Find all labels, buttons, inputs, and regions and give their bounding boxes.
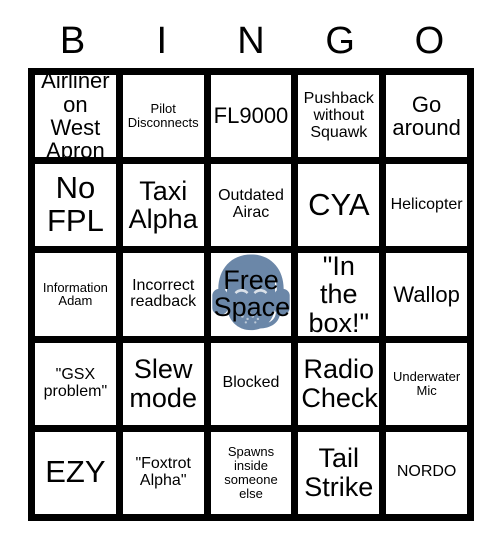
- bingo-header-letter-n: N: [237, 20, 265, 62]
- bingo-cell-label: Underwater Mic: [392, 368, 461, 398]
- bingo-cell-i4[interactable]: Slew mode: [120, 340, 206, 427]
- bingo-cell-label: Pilot Disconnects: [127, 101, 199, 131]
- bingo-cell-n2[interactable]: Outdated Airac: [208, 162, 294, 249]
- bingo-cell-label: FL9000: [213, 103, 289, 129]
- bingo-cell-label: Helicopter: [390, 195, 463, 213]
- bingo-cell-label: Slew mode: [129, 354, 197, 413]
- bingo-cell-b4[interactable]: "GSX problem": [33, 340, 118, 427]
- bingo-cell-o4[interactable]: Underwater Mic: [384, 340, 469, 427]
- bingo-cell-n4[interactable]: Blocked: [208, 340, 294, 427]
- bingo-header-row: B I N G O: [28, 16, 474, 66]
- bingo-cell-label: Airliner on West Apron: [41, 73, 110, 160]
- bingo-cell-i1[interactable]: Pilot Disconnects: [120, 73, 206, 160]
- bingo-cell-label: "GSX problem": [43, 365, 108, 400]
- bingo-cell-g1[interactable]: Pushback without Squawk: [296, 73, 382, 160]
- bingo-cell-b2[interactable]: No FPL: [33, 162, 118, 249]
- bingo-cell-label: Incorrect readback: [130, 276, 197, 311]
- bingo-cell-label: Outdated Airac: [218, 187, 284, 222]
- bingo-cell-g4[interactable]: Radio Check: [296, 340, 382, 427]
- bingo-header-letter-g: G: [325, 20, 355, 62]
- bingo-grid: Airliner on West Apron Pilot Disconnects…: [28, 68, 474, 521]
- bingo-cell-label: "In the box!": [308, 251, 370, 338]
- bingo-cell-i3[interactable]: Incorrect readback: [120, 251, 206, 338]
- bingo-cell-label: Pushback without Squawk: [303, 89, 374, 141]
- bingo-card: B I N G O Airliner on West Apron Pilot D…: [0, 0, 502, 544]
- bingo-cell-label: Information Adam: [42, 279, 108, 309]
- bingo-cell-i2[interactable]: Taxi Alpha: [120, 162, 206, 249]
- bingo-cell-g5[interactable]: Tail Strike: [296, 429, 382, 516]
- bingo-cell-label: Go around: [392, 91, 461, 141]
- bingo-cell-o3[interactable]: Wallop: [384, 251, 469, 338]
- bingo-cell-label: Tail Strike: [304, 443, 374, 502]
- bingo-cell-n1[interactable]: FL9000: [208, 73, 294, 160]
- bingo-cell-b5[interactable]: EZY: [33, 429, 118, 516]
- bingo-cell-label: Free Space: [213, 264, 291, 323]
- bingo-cell-label: "Foxtrot Alpha": [135, 454, 191, 489]
- bingo-cell-b3[interactable]: Information Adam: [33, 251, 118, 338]
- bingo-cell-o2[interactable]: Helicopter: [384, 162, 469, 249]
- bingo-cell-i5[interactable]: "Foxtrot Alpha": [120, 429, 206, 516]
- bingo-cell-g3[interactable]: "In the box!": [296, 251, 382, 338]
- bingo-header-letter-b: B: [59, 20, 86, 62]
- bingo-cell-b1[interactable]: Airliner on West Apron: [33, 73, 118, 160]
- bingo-cell-label: Blocked: [222, 374, 280, 392]
- bingo-cell-label: Wallop: [393, 281, 460, 307]
- bingo-cell-o1[interactable]: Go around: [384, 73, 469, 160]
- bingo-cell-o5[interactable]: NORDO: [384, 429, 469, 516]
- bingo-cell-label: CYA: [308, 186, 370, 222]
- bingo-cell-label: Spawns inside someone else: [224, 444, 278, 501]
- bingo-cell-label: Taxi Alpha: [128, 175, 198, 235]
- bingo-cell-label: No FPL: [46, 170, 104, 239]
- bingo-cell-label: Radio Check: [301, 354, 378, 413]
- bingo-cell-free-space[interactable]: Free Space: [208, 251, 294, 338]
- bingo-cell-n5[interactable]: Spawns inside someone else: [208, 429, 294, 516]
- bingo-header-letter-i: I: [156, 20, 168, 62]
- bingo-header-letter-o: O: [414, 20, 445, 62]
- bingo-cell-label: NORDO: [396, 463, 457, 481]
- bingo-cell-label: EZY: [45, 454, 106, 490]
- bingo-cell-g2[interactable]: CYA: [296, 162, 382, 249]
